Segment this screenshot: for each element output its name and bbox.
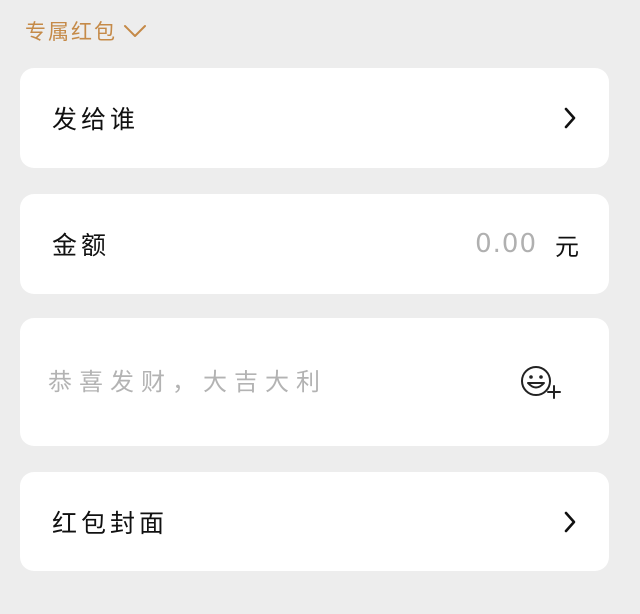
recipient-row[interactable]: 发给谁 xyxy=(20,68,609,168)
red-packet-type-label: 专属红包 xyxy=(25,20,117,44)
emoji-add-icon[interactable] xyxy=(517,362,565,402)
currency-unit: 元 xyxy=(555,232,579,261)
chevron-right-icon xyxy=(561,106,579,130)
chevron-right-icon xyxy=(561,510,579,534)
amount-card: 金额 元 xyxy=(20,194,609,294)
cover-label: 红包封面 xyxy=(52,508,169,538)
amount-row: 金额 元 xyxy=(20,194,609,294)
recipient-label: 发给谁 xyxy=(52,105,140,134)
cover-card[interactable]: 红包封面 xyxy=(20,472,609,571)
chevron-down-icon xyxy=(123,24,147,38)
red-packet-type-dropdown[interactable]: 专属红包 xyxy=(25,14,147,48)
greeting-row xyxy=(20,318,609,446)
amount-input[interactable] xyxy=(417,229,537,259)
greeting-input[interactable] xyxy=(48,368,517,396)
amount-label: 金额 xyxy=(52,231,111,260)
cover-row[interactable]: 红包封面 xyxy=(20,472,609,571)
recipient-card[interactable]: 发给谁 xyxy=(20,68,609,168)
greeting-card xyxy=(20,318,609,446)
